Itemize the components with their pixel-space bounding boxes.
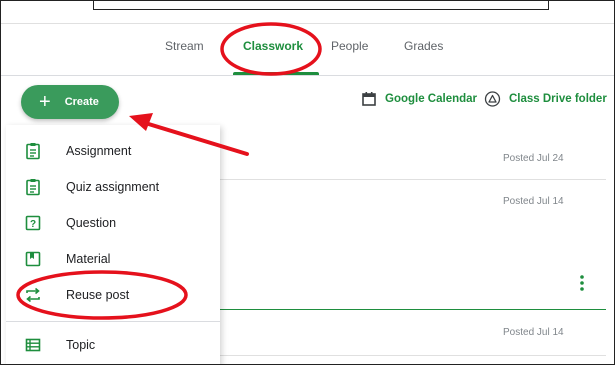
- menu-item-material[interactable]: Material: [6, 241, 220, 277]
- create-menu: Assignment Quiz assignment ? Question Ma…: [6, 125, 220, 364]
- drive-icon: [484, 91, 501, 107]
- tab-classwork[interactable]: Classwork: [243, 31, 303, 69]
- menu-item-reuse-post[interactable]: Reuse post: [6, 277, 220, 313]
- svg-text:?: ?: [30, 219, 36, 230]
- menu-item-question[interactable]: ? Question: [6, 205, 220, 241]
- reuse-post-icon: [26, 287, 40, 303]
- create-button[interactable]: + Create: [21, 85, 119, 119]
- material-icon: [25, 251, 41, 267]
- menu-item-label: Question: [66, 216, 117, 230]
- tab-people[interactable]: People: [331, 31, 368, 69]
- assignment-icon: [26, 143, 40, 160]
- plus-icon: +: [39, 91, 51, 113]
- menu-item-topic[interactable]: Topic: [6, 327, 220, 363]
- posted-date: Posted Jul 14: [503, 196, 564, 207]
- posted-date: Posted Jul 24: [503, 153, 564, 164]
- classroom-window: Stream Classwork People Grades + Create …: [0, 0, 615, 365]
- menu-item-label: Quiz assignment: [66, 180, 160, 194]
- tab-bar-border: [1, 75, 614, 76]
- menu-item-label: Assignment: [66, 144, 132, 158]
- menu-item-label: Topic: [66, 338, 96, 352]
- top-edge-strip: [93, 1, 549, 10]
- top-divider: [1, 23, 614, 24]
- class-drive-folder-link[interactable]: Class Drive folder: [484, 91, 607, 107]
- tab-bar: Stream Classwork People Grades: [1, 31, 614, 69]
- tab-stream[interactable]: Stream: [165, 31, 204, 69]
- menu-item-label: Material: [66, 252, 111, 266]
- row-divider: [220, 179, 606, 180]
- class-drive-folder-label: Class Drive folder: [509, 93, 607, 105]
- menu-item-label: Reuse post: [66, 288, 130, 302]
- row-divider: [220, 355, 606, 356]
- tab-grades[interactable]: Grades: [404, 31, 443, 69]
- more-options-icon[interactable]: [577, 273, 587, 293]
- topic-icon: [25, 338, 41, 352]
- quiz-assignment-icon: [26, 179, 40, 196]
- posted-date: Posted Jul 14: [503, 327, 564, 338]
- google-calendar-label: Google Calendar: [385, 93, 478, 105]
- menu-item-assignment[interactable]: Assignment: [6, 133, 220, 169]
- create-button-label: Create: [64, 96, 99, 108]
- menu-item-quiz-assignment[interactable]: Quiz assignment: [6, 169, 220, 205]
- menu-divider: [6, 321, 220, 322]
- question-icon: ?: [25, 215, 41, 231]
- calendar-icon: [362, 92, 376, 106]
- google-calendar-link[interactable]: Google Calendar: [361, 91, 477, 107]
- selected-row-divider: [220, 309, 606, 310]
